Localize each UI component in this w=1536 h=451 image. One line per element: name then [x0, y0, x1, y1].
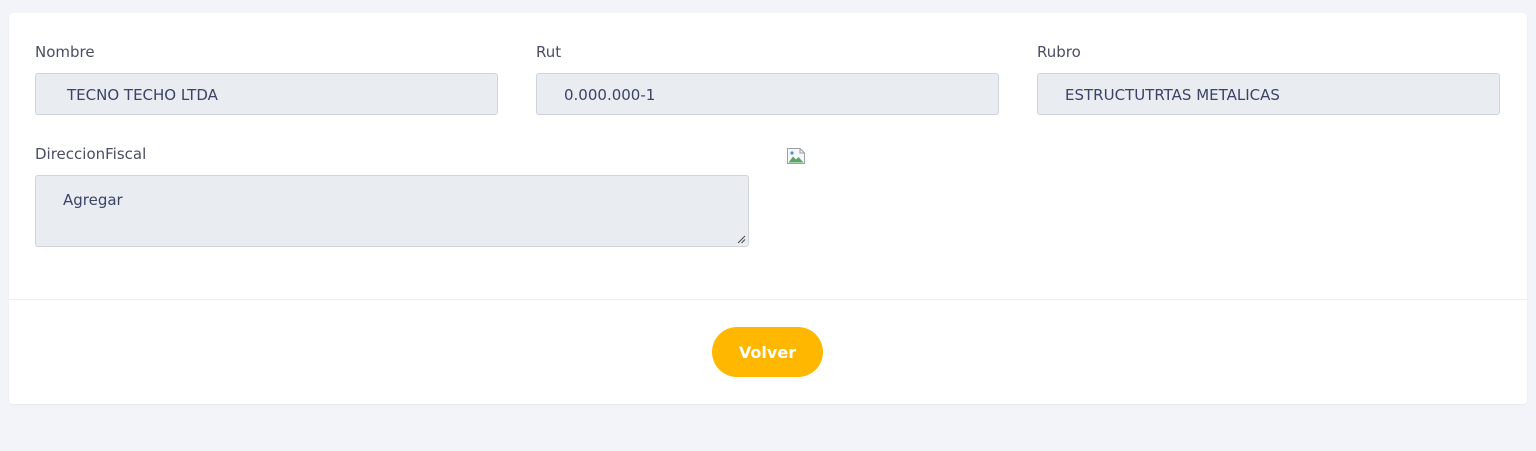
- direccion-fiscal-field-group: DireccionFiscal Agregar: [35, 145, 749, 247]
- rut-field-group: Rut 0.000.000-1: [536, 43, 999, 115]
- resize-handle-icon[interactable]: [737, 235, 746, 244]
- direccion-fiscal-textarea[interactable]: Agregar: [35, 175, 749, 247]
- rubro-input[interactable]: ESTRUCTUTRTAS METALICAS: [1037, 73, 1500, 115]
- volver-button[interactable]: Volver: [712, 327, 823, 377]
- nombre-input[interactable]: TECNO TECHO LTDA: [35, 73, 498, 115]
- rubro-field-group: Rubro ESTRUCTUTRTAS METALICAS: [1037, 43, 1500, 115]
- direccion-fiscal-label: DireccionFiscal: [35, 145, 147, 163]
- details-card: Nombre TECNO TECHO LTDA Rut 0.000.000-1 …: [9, 13, 1527, 404]
- rut-input[interactable]: 0.000.000-1: [536, 73, 999, 115]
- card-divider: [9, 299, 1527, 300]
- broken-image-icon: [787, 148, 805, 164]
- rubro-label: Rubro: [1037, 43, 1081, 61]
- direccion-fiscal-value: Agregar: [63, 191, 123, 209]
- nombre-field-group: Nombre TECNO TECHO LTDA: [35, 43, 498, 115]
- nombre-label: Nombre: [35, 43, 95, 61]
- rut-label: Rut: [536, 43, 562, 61]
